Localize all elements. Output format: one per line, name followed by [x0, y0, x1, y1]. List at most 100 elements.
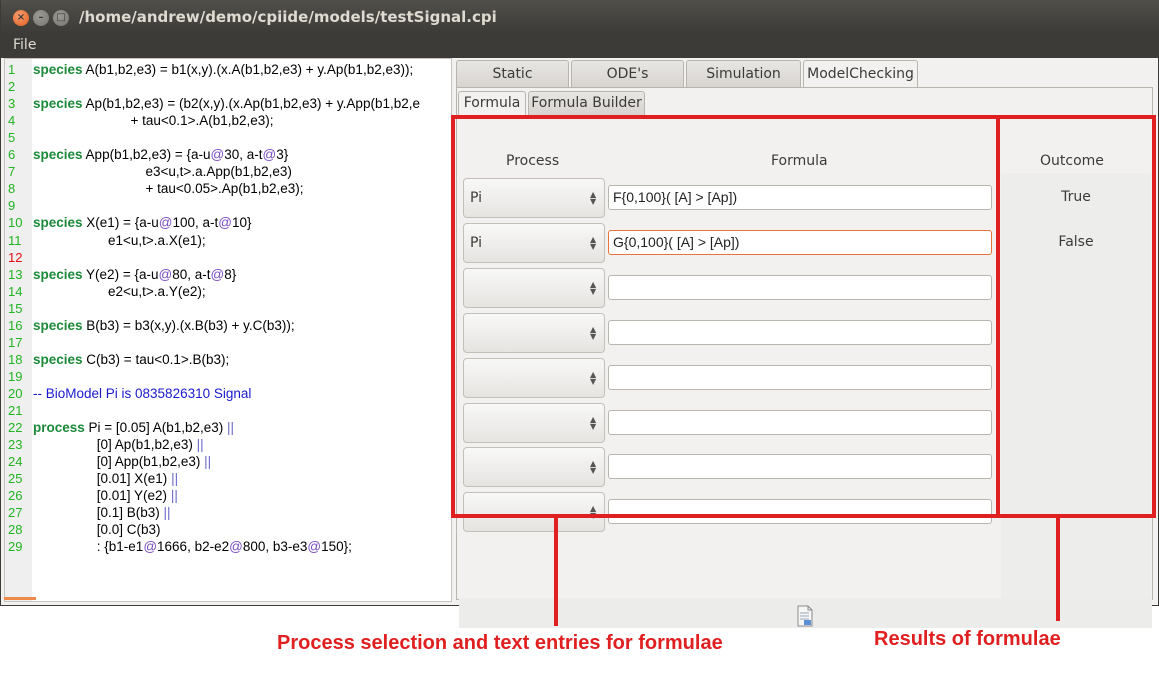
annotation-box-inputs	[451, 115, 1000, 518]
close-window-button[interactable]: ×	[13, 10, 29, 26]
code-token: ||	[204, 454, 212, 470]
code-token: 1666, b2-e2	[157, 539, 230, 555]
line-number: 21	[8, 403, 23, 418]
code-line: species C(b3) = tau<0.1>.B(b3);	[33, 351, 229, 368]
code-line: species App(b1,b2,e3) = {a-u@30, a-t@3}	[33, 146, 288, 163]
code-token: ||	[163, 505, 171, 521]
minimize-window-button[interactable]: –	[33, 10, 49, 26]
code-token: 10}	[231, 215, 252, 231]
line-number: 15	[8, 300, 23, 316]
code-token: [0.1] B(b3)	[33, 505, 164, 521]
code-token: App(b1,b2,e3) = {a-u	[82, 147, 211, 163]
code-token: 80, a-t	[172, 266, 211, 282]
line-number: 6	[8, 147, 16, 163]
code-token: e3<u,t>.a.App(b1,b2,e3)	[33, 164, 292, 180]
line-number: 20	[8, 385, 23, 401]
document-icon[interactable]	[795, 605, 815, 627]
line-number: 27	[8, 505, 23, 521]
editor-scroll-indicator	[4, 597, 36, 600]
annotation-caption-results: Results of formulae	[874, 628, 1061, 650]
code-token: [0.0] C(b3)	[33, 522, 161, 538]
line-number: 22	[8, 420, 23, 436]
code-token: @	[218, 215, 232, 231]
code-token: species	[33, 147, 83, 163]
code-token: [0.01] Y(e2)	[33, 488, 171, 504]
code-token: ||	[170, 488, 178, 504]
code-token: 30, a-t	[224, 147, 263, 163]
code-token: : {b1-e1	[33, 539, 144, 555]
code-token: species	[33, 96, 83, 112]
code-token: @	[158, 215, 173, 231]
code-token: 150};	[321, 539, 352, 555]
tab-simulation[interactable]: Simulation	[686, 60, 801, 87]
code-token: [0.01] X(e1)	[33, 471, 172, 487]
code-token: @	[307, 539, 322, 555]
code-token: ||	[171, 471, 179, 487]
code-token: @	[143, 539, 158, 555]
subtab-formula[interactable]: Formula	[458, 91, 526, 116]
code-token: @	[210, 266, 225, 282]
code-token: B(b3) = b3(x,y).(x.B(b3) + y.C(b3));	[82, 317, 295, 333]
line-number: 1	[8, 62, 16, 77]
code-line: e3<u,t>.a.App(b1,b2,e3)	[33, 163, 292, 180]
code-token: @	[229, 539, 243, 555]
line-number: 17	[8, 334, 23, 350]
code-line: [0] App(b1,b2,e3) ||	[33, 453, 211, 470]
code-token: ||	[196, 437, 204, 453]
code-token: Y(e2) = {a-u	[82, 266, 159, 282]
code-token: 100, a-t	[172, 215, 219, 231]
code-line: [0.01] X(e1) ||	[33, 470, 178, 487]
code-token: e2<u,t>.a.Y(e2);	[33, 283, 206, 299]
maximize-window-button[interactable]: □	[53, 10, 69, 26]
line-number: 11	[8, 232, 22, 248]
code-line: species B(b3) = b3(x,y).(x.B(b3) + y.C(b…	[33, 317, 295, 334]
code-token: ||	[227, 420, 235, 436]
code-token: [0] Ap(b1,b2,e3)	[33, 437, 197, 453]
line-number: 12	[8, 249, 23, 265]
line-number: 2	[8, 79, 16, 95]
code-line: species Ap(b1,b2,e3) = (b2(x,y).(x.Ap(b1…	[33, 95, 420, 112]
tab-odes[interactable]: ODE's	[571, 60, 684, 87]
line-number: 14	[8, 283, 23, 299]
code-token: e1<u,t>.a.X(e1);	[33, 232, 206, 248]
code-token: @	[158, 266, 173, 282]
line-number: 5	[8, 130, 16, 146]
menu-file[interactable]: File	[13, 37, 36, 53]
code-line: [0.0] C(b3)	[33, 521, 161, 538]
code-line: process Pi = [0.05] A(b1,b2,e3) ||	[33, 419, 234, 436]
code-token: Ap(b1,b2,e3) = (b2(x,y).(x.Ap(b1,b2,e3) …	[82, 96, 420, 112]
code-line: [0.1] B(b3) ||	[33, 504, 171, 521]
code-token: X(e1) = {a-u	[82, 215, 159, 231]
code-token: species	[33, 215, 83, 231]
code-line: [0.01] Y(e2) ||	[33, 487, 178, 504]
window-title: /home/andrew/demo/cpiide/models/testSign…	[79, 8, 497, 26]
code-token: + tau<0.05>.Ap(b1,b2,e3);	[33, 181, 304, 197]
line-number: 23	[8, 437, 23, 453]
code-token: 800, b3-e3	[242, 539, 308, 555]
line-number: 24	[8, 454, 23, 470]
tab-modelchecking[interactable]: ModelChecking	[803, 60, 918, 88]
line-number: 26	[8, 488, 23, 504]
code-line: e1<u,t>.a.X(e1);	[33, 232, 206, 249]
tab-static[interactable]: Static	[456, 60, 569, 87]
subtab-formula-builder[interactable]: Formula Builder	[528, 91, 645, 115]
code-token: species	[33, 62, 83, 77]
annotation-caption-inputs: Process selection and text entries for f…	[277, 632, 723, 654]
title-bar: × – □ /home/andrew/demo/cpiide/models/te…	[1, 0, 1159, 34]
line-number: 13	[8, 266, 23, 282]
code-line: [0] Ap(b1,b2,e3) ||	[33, 436, 204, 453]
code-line: : {b1-e1@1666, b2-e2@800, b3-e3@150};	[33, 538, 352, 555]
code-line: + tau<0.1>.A(b1,b2,e3);	[33, 112, 274, 129]
code-line: e2<u,t>.a.Y(e2);	[33, 283, 206, 300]
line-number: 9	[8, 198, 16, 214]
code-editor[interactable]: 1 species A(b1,b2,e3) = b1(x,y).(x.A(b1,b…	[4, 58, 452, 602]
line-number: 10	[8, 215, 23, 231]
annotation-pointer-inputs	[554, 514, 558, 626]
code-token: species	[33, 351, 83, 367]
code-line: species X(e1) = {a-u@100, a-t@10}	[33, 214, 251, 231]
code-token: C(b3) = tau<0.1>.B(b3);	[82, 351, 230, 367]
code-line: species Y(e2) = {a-u@80, a-t@8}	[33, 266, 236, 283]
line-number: 19	[8, 368, 23, 384]
line-number: 16	[8, 317, 23, 333]
code-token: [0] App(b1,b2,e3)	[33, 454, 205, 470]
